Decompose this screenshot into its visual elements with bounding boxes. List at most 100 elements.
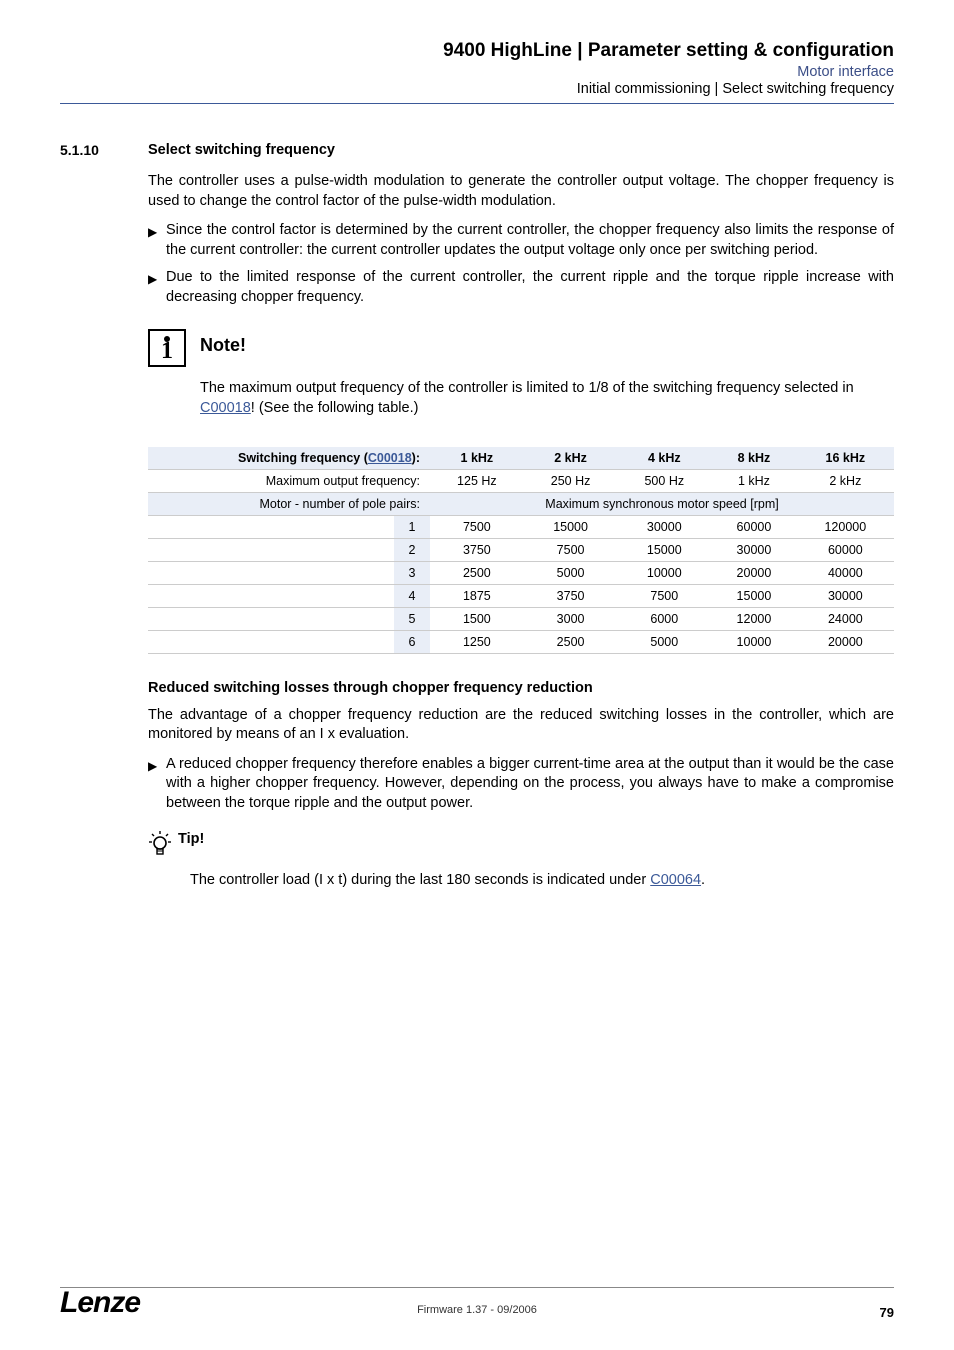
cell: 10000 <box>711 630 797 653</box>
cell: 1 kHz <box>711 469 797 492</box>
note-block: 1 Note! <box>148 329 894 367</box>
header-divider <box>60 103 894 104</box>
info-icon: 1 <box>148 329 186 367</box>
bullet-icon: ▶ <box>148 755 166 814</box>
cell: 30000 <box>797 584 894 607</box>
note-body: The maximum output frequency of the cont… <box>200 379 894 418</box>
cell: 6000 <box>617 607 711 630</box>
cell-pp: 6 <box>394 630 430 653</box>
cell: 5000 <box>617 630 711 653</box>
doc-title-text: 9400 HighLine | Parameter setting & conf… <box>443 40 894 61</box>
cell-pp: 1 <box>394 515 430 538</box>
page-footer: Lenze Firmware 1.37 - 09/2006 79 <box>60 1286 894 1320</box>
cell: 30000 <box>617 515 711 538</box>
table-subheader-row: Motor - number of pole pairs: Maximum sy… <box>148 492 894 515</box>
note-link[interactable]: C00018 <box>200 400 251 416</box>
col-header: 1 kHz <box>430 447 524 470</box>
col-header: 8 kHz <box>711 447 797 470</box>
footer-center-text: Firmware 1.37 - 09/2006 <box>417 1304 537 1316</box>
row-label: Maximum output frequency: <box>148 469 430 492</box>
col-header: 16 kHz <box>797 447 894 470</box>
list-item: ▶ A reduced chopper frequency therefore … <box>148 755 894 814</box>
cell: 120000 <box>797 515 894 538</box>
note-text-post: ! (See the following table.) <box>251 400 419 416</box>
cell-pp: 4 <box>394 584 430 607</box>
cell: 1250 <box>430 630 524 653</box>
cell: 125 Hz <box>430 469 524 492</box>
tip-block: Tip! <box>148 831 894 864</box>
cell-pp: 2 <box>394 538 430 561</box>
bullet-text: Due to the limited response of the curre… <box>166 268 894 307</box>
cell: 500 Hz <box>617 469 711 492</box>
cell: 40000 <box>797 561 894 584</box>
table-row: 41875375075001500030000 <box>148 584 894 607</box>
section-heading: 5.1.10 Select switching frequency <box>60 142 894 158</box>
table-header-row: Switching frequency (C00018): 1 kHz 2 kH… <box>148 447 894 470</box>
col-header: 4 kHz <box>617 447 711 470</box>
tip-body: The controller load (I x t) during the l… <box>190 872 894 888</box>
table-row: 237507500150003000060000 <box>148 538 894 561</box>
doc-subtitle-1: Motor interface <box>60 64 894 80</box>
cell: 2500 <box>430 561 524 584</box>
table-row: 61250250050001000020000 <box>148 630 894 653</box>
section-number: 5.1.10 <box>60 142 148 158</box>
tip-text-pre: The controller load (I x t) during the l… <box>190 872 650 888</box>
cell: 30000 <box>711 538 797 561</box>
bullet-list-2: ▶ A reduced chopper frequency therefore … <box>148 755 894 814</box>
bullet-icon: ▶ <box>148 221 166 260</box>
bullet-icon: ▶ <box>148 268 166 307</box>
cell: 7500 <box>617 584 711 607</box>
table-row: 325005000100002000040000 <box>148 561 894 584</box>
paragraph-2: The advantage of a chopper frequency red… <box>148 706 894 745</box>
list-item: ▶ Due to the limited response of the cur… <box>148 268 894 307</box>
cell: 60000 <box>711 515 797 538</box>
section-title: Select switching frequency <box>148 142 335 158</box>
note-title: Note! <box>200 335 246 356</box>
cell: 7500 <box>524 538 618 561</box>
table-row: 17500150003000060000120000 <box>148 515 894 538</box>
cell: 1500 <box>430 607 524 630</box>
cell: 3000 <box>524 607 618 630</box>
cell: 5000 <box>524 561 618 584</box>
row-label: Motor - number of pole pairs: <box>148 492 430 515</box>
tip-title: Tip! <box>178 831 204 847</box>
cell: 2 kHz <box>797 469 894 492</box>
bullet-text: A reduced chopper frequency therefore en… <box>166 755 894 814</box>
frequency-table: Switching frequency (C00018): 1 kHz 2 kH… <box>148 447 894 654</box>
cell: 3750 <box>524 584 618 607</box>
cell: 15000 <box>617 538 711 561</box>
bullet-text: Since the control factor is determined b… <box>166 221 894 260</box>
bullet-list-1: ▶ Since the control factor is determined… <box>148 221 894 307</box>
brand-logo: Lenze <box>60 1286 140 1320</box>
cell: 7500 <box>430 515 524 538</box>
cell: 20000 <box>711 561 797 584</box>
tip-text-post: . <box>701 872 705 888</box>
list-item: ▶ Since the control factor is determined… <box>148 221 894 260</box>
paragraph-intro: The controller uses a pulse-width modula… <box>148 172 894 211</box>
cell: 15000 <box>524 515 618 538</box>
table-row: 51500300060001200024000 <box>148 607 894 630</box>
doc-title: 9400 HighLine | Parameter setting & conf… <box>60 40 894 62</box>
cell: 15000 <box>711 584 797 607</box>
subsection-heading: Reduced switching losses through chopper… <box>148 680 894 696</box>
cell: 20000 <box>797 630 894 653</box>
hdr-link[interactable]: C00018 <box>368 451 412 465</box>
cell: 12000 <box>711 607 797 630</box>
cell: 2500 <box>524 630 618 653</box>
cell: 250 Hz <box>524 469 618 492</box>
row-span-label: Maximum synchronous motor speed [rpm] <box>430 492 894 515</box>
cell-pp: 3 <box>394 561 430 584</box>
cell: 10000 <box>617 561 711 584</box>
note-text-pre: The maximum output frequency of the cont… <box>200 380 854 396</box>
col-header: 2 kHz <box>524 447 618 470</box>
page-number: 79 <box>880 1305 894 1320</box>
table-header-label: Switching frequency (C00018): <box>148 447 430 470</box>
cell: 1875 <box>430 584 524 607</box>
cell: 3750 <box>430 538 524 561</box>
page-header: 9400 HighLine | Parameter setting & conf… <box>60 40 894 104</box>
tip-link[interactable]: C00064 <box>650 872 701 888</box>
cell-pp: 5 <box>394 607 430 630</box>
table-row: Maximum output frequency: 125 Hz 250 Hz … <box>148 469 894 492</box>
hdr-post: ): <box>412 451 420 465</box>
cell: 24000 <box>797 607 894 630</box>
